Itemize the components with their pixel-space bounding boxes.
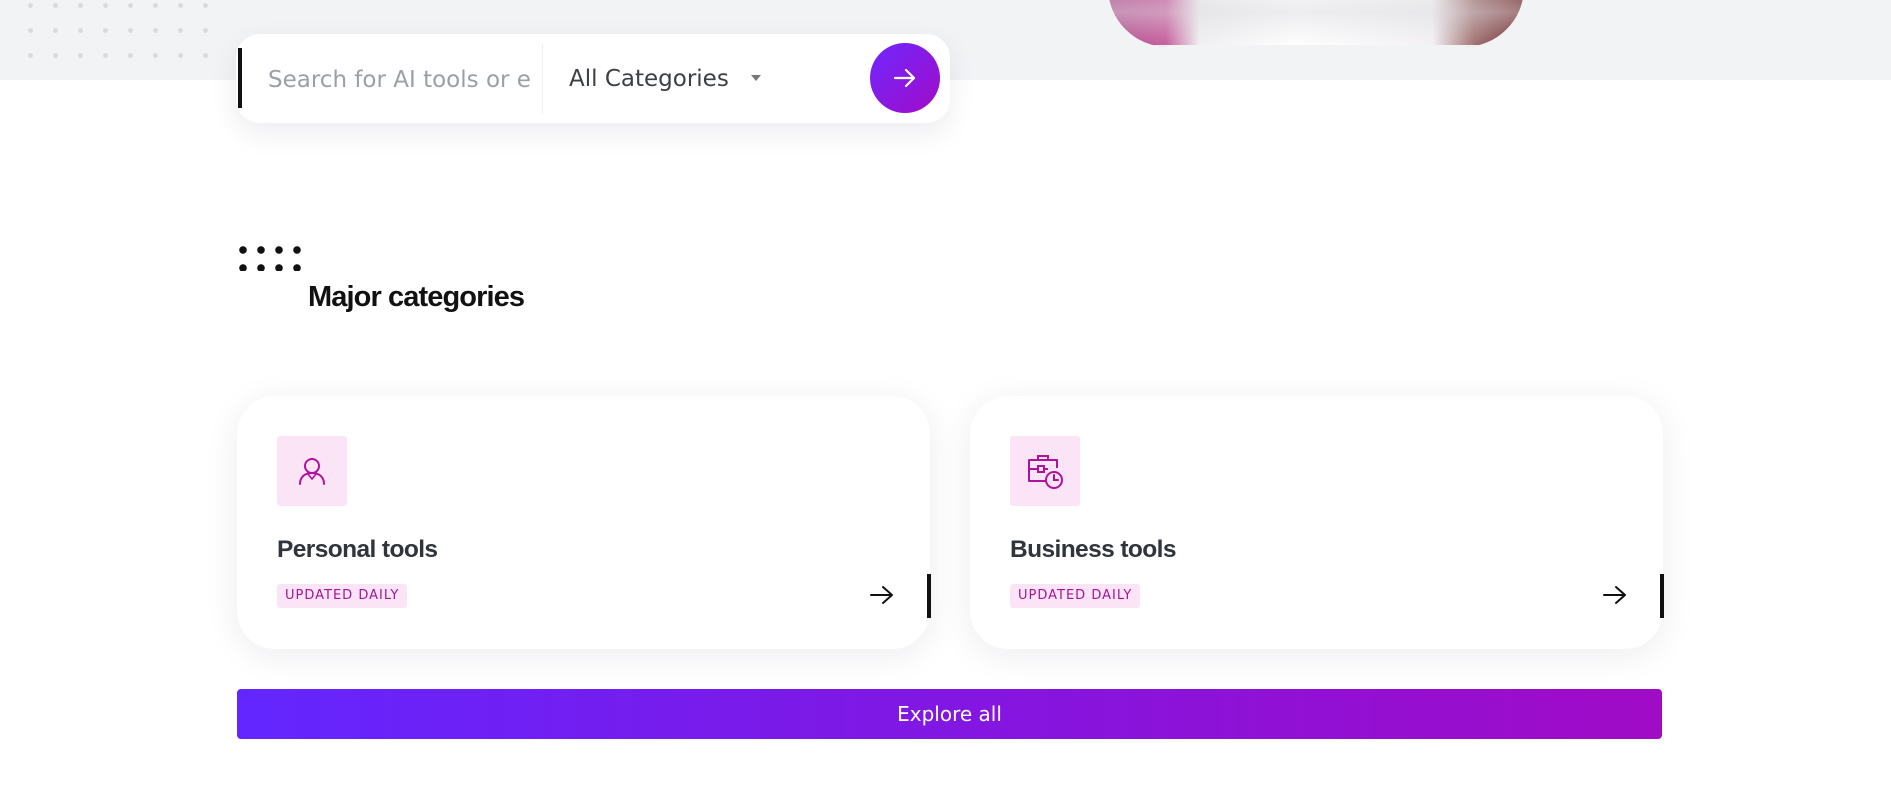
arrow-right-icon[interactable] xyxy=(1602,584,1628,606)
card-title: Business tools xyxy=(1010,536,1176,563)
category-select[interactable]: All Categories xyxy=(544,44,856,114)
card-icon-box xyxy=(277,436,347,506)
card-edge-marker xyxy=(1660,574,1664,618)
search-divider xyxy=(542,44,543,114)
category-card-personal[interactable]: Personal tools UPDATED DAILY xyxy=(237,396,931,649)
category-select-value: All Categories xyxy=(569,66,729,92)
hero-image xyxy=(1108,0,1524,47)
text-cursor xyxy=(238,48,242,108)
card-edge-marker xyxy=(927,574,931,618)
search-submit-button[interactable] xyxy=(870,43,940,113)
business-calendar-icon xyxy=(1028,455,1063,489)
decorative-dot-grid xyxy=(18,0,228,62)
section-dots-decoration xyxy=(236,243,302,271)
updated-badge: UPDATED DAILY xyxy=(1010,584,1141,608)
category-card-business[interactable]: Business tools UPDATED DAILY xyxy=(970,396,1664,649)
card-icon-box xyxy=(1010,436,1080,506)
caret-down-icon[interactable] xyxy=(751,75,761,81)
arrow-right-icon xyxy=(893,68,916,88)
explore-all-button[interactable]: Explore all xyxy=(237,689,1662,739)
person-icon xyxy=(299,458,325,485)
card-title: Personal tools xyxy=(277,536,438,563)
updated-badge: UPDATED DAILY xyxy=(277,584,408,608)
arrow-right-icon[interactable] xyxy=(869,584,895,606)
section-title: Major categories xyxy=(308,281,525,313)
search-bar: All Categories xyxy=(236,34,950,123)
